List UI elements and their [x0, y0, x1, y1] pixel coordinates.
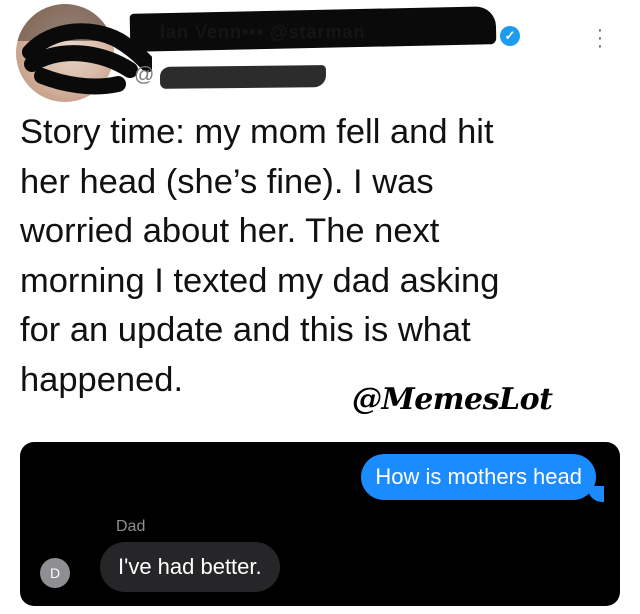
verified-badge-icon: ✓ — [500, 26, 520, 46]
sender-name: Dad — [116, 518, 146, 535]
author-handle[interactable]: @ — [134, 64, 154, 87]
watermark: @MemesLot — [352, 382, 553, 417]
tweet-text: Story time: my mom fell and hit her head… — [20, 113, 500, 399]
imessage-screenshot: How is mothers head Dad D I've had bette… — [20, 442, 620, 606]
handle-redaction — [159, 65, 327, 89]
more-vertical-icon[interactable]: · · · — [596, 20, 604, 56]
sender-avatar: D — [40, 558, 70, 588]
incoming-message-bubble: I've had better. — [100, 542, 280, 592]
outgoing-message-bubble: How is mothers head — [361, 454, 596, 500]
author-name[interactable]: Ian Venn••• @starman — [160, 22, 366, 43]
